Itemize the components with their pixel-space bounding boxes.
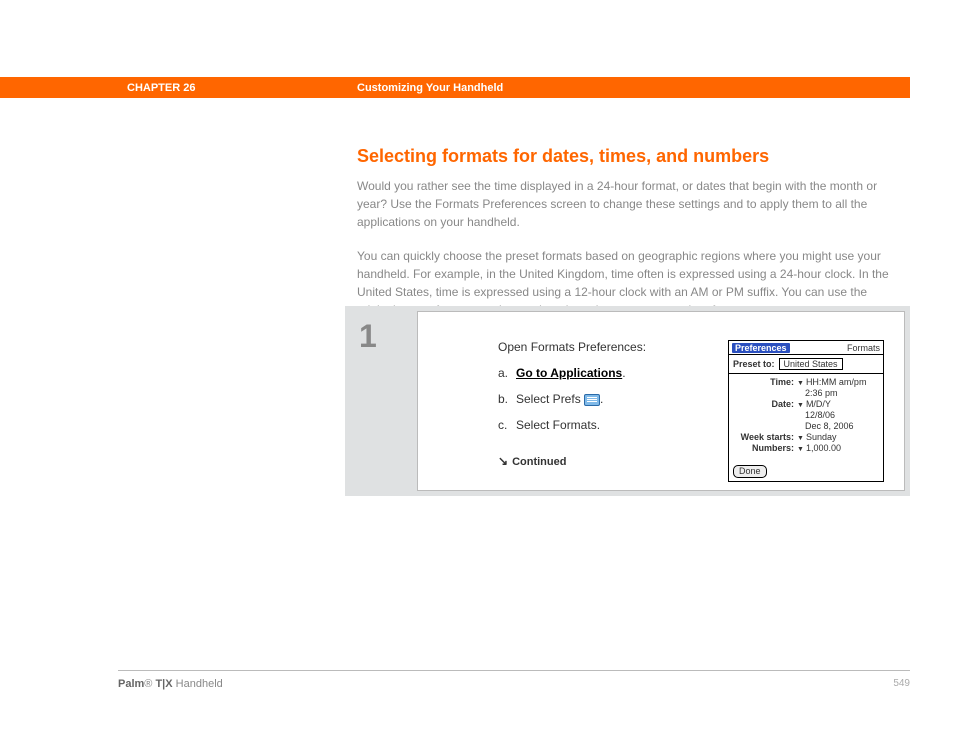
step-inner: Open Formats Preferences: a. Go to Appli… [417, 311, 905, 491]
dropdown-triangle-icon[interactable]: ▼ [797, 378, 804, 389]
palm-date-row: Date: ▼ M/D/Y [735, 399, 877, 410]
footer-brand-bold: Palm [118, 678, 144, 690]
palm-date-example-1: 12/8/06 [805, 410, 877, 421]
dropdown-triangle-icon[interactable]: ▼ [797, 444, 804, 455]
palm-pref-badge: Preferences [732, 343, 790, 353]
palm-done-button[interactable]: Done [733, 465, 767, 478]
step-a-text: Go to Applications. [516, 366, 698, 380]
palm-week-row: Week starts: ▼ Sunday [735, 432, 877, 443]
palm-week-label: Week starts: [735, 432, 797, 443]
palm-preset-row: Preset to: United States [729, 355, 883, 374]
chapter-header: CHAPTER 26 Customizing Your Handheld [0, 77, 910, 98]
chapter-number: CHAPTER 26 [127, 82, 195, 94]
palm-numbers-label: Numbers: [735, 443, 797, 454]
step-instructions: Open Formats Preferences: a. Go to Appli… [498, 340, 698, 468]
prefs-icon [584, 394, 600, 406]
step-c-letter: c. [498, 418, 516, 432]
step-b: b. Select Prefs . [498, 392, 698, 406]
palm-screenshot: Preferences Formats Preset to: United St… [728, 340, 884, 482]
step-b-text: Select Prefs . [516, 392, 698, 406]
step-a: a. Go to Applications. [498, 366, 698, 380]
step-a-letter: a. [498, 366, 516, 380]
palm-week-value: Sunday [806, 432, 837, 443]
intro-paragraph-1: Would you rather see the time displayed … [357, 177, 907, 231]
palm-titlebar: Preferences Formats [729, 341, 883, 355]
step-b-letter: b. [498, 392, 516, 406]
go-to-applications-link[interactable]: Go to Applications [516, 366, 622, 380]
section-heading: Selecting formats for dates, times, and … [357, 146, 907, 167]
footer-model: T|X [152, 678, 172, 690]
step-lead: Open Formats Preferences: [498, 340, 698, 354]
step-b-post: . [600, 392, 603, 406]
step-box: 1 Open Formats Preferences: a. Go to App… [345, 306, 910, 496]
palm-numbers-row: Numbers: ▼ 1,000.00 [735, 443, 877, 454]
footer-tail: Handheld [173, 678, 223, 690]
step-c: c. Select Formats. [498, 418, 698, 432]
continued-arrow-icon: ↘ [498, 454, 508, 468]
palm-preset-label: Preset to: [733, 359, 775, 369]
continued-indicator: ↘ Continued [498, 454, 698, 468]
continued-label: Continued [512, 456, 566, 468]
palm-numbers-value: 1,000.00 [806, 443, 841, 454]
dropdown-triangle-icon[interactable]: ▼ [797, 400, 804, 411]
palm-time-value: HH:MM am/pm [806, 377, 867, 388]
page-number: 549 [893, 678, 910, 689]
palm-body: Time: ▼ HH:MM am/pm 2:36 pm Date: ▼ M/D/… [729, 374, 883, 456]
footer-brand: Palm® T|X Handheld [118, 678, 223, 690]
palm-time-row: Time: ▼ HH:MM am/pm [735, 377, 877, 388]
step-a-dot: . [622, 366, 625, 380]
step-b-pre: Select Prefs [516, 392, 584, 406]
footer-rule [118, 670, 910, 671]
palm-time-label: Time: [735, 377, 797, 388]
palm-time-example: 2:36 pm [805, 388, 877, 399]
step-c-text: Select Formats. [516, 418, 698, 432]
palm-date-value: M/D/Y [806, 399, 831, 410]
palm-preset-dropdown[interactable]: United States [779, 358, 843, 370]
palm-date-label: Date: [735, 399, 797, 410]
palm-formats-label: Formats [847, 343, 880, 353]
step-number: 1 [359, 318, 377, 355]
chapter-title: Customizing Your Handheld [357, 82, 503, 94]
dropdown-triangle-icon[interactable]: ▼ [797, 433, 804, 444]
palm-date-example-2: Dec 8, 2006 [805, 421, 877, 432]
